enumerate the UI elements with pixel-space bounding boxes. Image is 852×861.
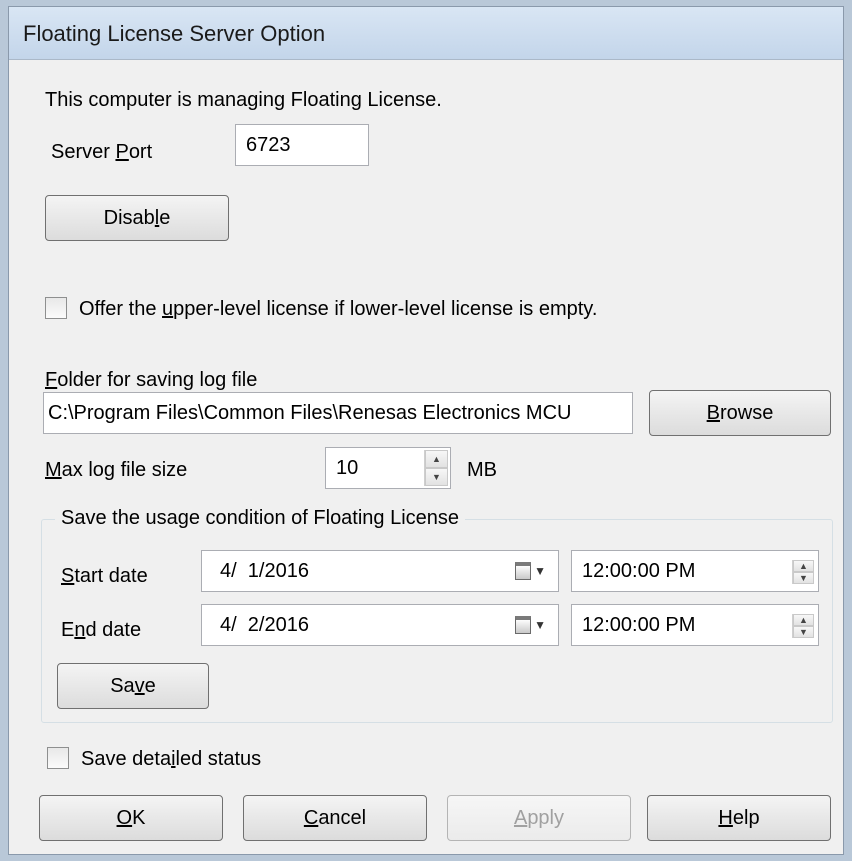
start-date-value: 4/ 1/2016 bbox=[220, 559, 309, 582]
end-time-value: 12:00:00 PM bbox=[582, 613, 696, 636]
log-folder-input[interactable]: C:\Program Files\Common Files\Renesas El… bbox=[43, 392, 633, 434]
spin-down-icon[interactable]: ▼ bbox=[793, 626, 814, 638]
end-date-picker[interactable]: 4/ 2/2016 ▼ bbox=[201, 604, 559, 646]
dialog-window: Floating License Server Option This comp… bbox=[8, 6, 844, 855]
end-date-value: 4/ 2/2016 bbox=[220, 613, 309, 636]
server-port-value: 6723 bbox=[246, 133, 291, 156]
cancel-button[interactable]: Cancel bbox=[243, 795, 427, 841]
offer-upper-license-label: Offer the upper-level license if lower-l… bbox=[79, 298, 598, 320]
spin-down-icon[interactable]: ▼ bbox=[425, 468, 448, 486]
save-detailed-status-checkbox[interactable] bbox=[47, 747, 69, 769]
start-date-label: Start date bbox=[61, 565, 148, 587]
spin-up-icon[interactable]: ▲ bbox=[793, 560, 814, 572]
end-time-stepper[interactable]: 12:00:00 PM ▲ ▼ bbox=[571, 604, 819, 646]
max-log-size-value: 10 bbox=[336, 456, 359, 479]
max-log-size-unit: MB bbox=[467, 459, 497, 481]
max-log-size-label: Max log file size bbox=[45, 459, 188, 481]
max-log-size-spinner[interactable]: ▲ ▼ bbox=[424, 450, 448, 486]
max-log-size-stepper[interactable]: 10 ▲ ▼ bbox=[325, 447, 451, 489]
log-folder-label: Folder for saving log file bbox=[45, 369, 258, 391]
window-title: Floating License Server Option bbox=[23, 21, 326, 46]
end-time-spinner[interactable]: ▲ ▼ bbox=[792, 614, 814, 638]
save-detailed-status-label: Save detailed status bbox=[81, 748, 262, 770]
disable-button[interactable]: Disab l e bbox=[45, 195, 229, 241]
start-time-value: 12:00:00 PM bbox=[582, 559, 696, 582]
spin-down-icon[interactable]: ▼ bbox=[793, 572, 814, 584]
apply-button[interactable]: Apply bbox=[447, 795, 631, 841]
usage-condition-group-title: Save the usage condition of Floating Lic… bbox=[55, 507, 466, 530]
spin-up-icon[interactable]: ▲ bbox=[793, 614, 814, 626]
save-usage-button[interactable]: Sa v e bbox=[57, 663, 209, 709]
offer-upper-license-checkbox[interactable] bbox=[45, 297, 67, 319]
start-date-picker[interactable]: 4/ 1/2016 ▼ bbox=[201, 550, 559, 592]
server-port-input[interactable]: 6723 bbox=[235, 124, 369, 166]
start-date-calendar-icon[interactable]: ▼ bbox=[515, 562, 546, 580]
end-date-label: End date bbox=[61, 619, 142, 641]
server-port-label: Server Port bbox=[51, 141, 153, 163]
spin-up-icon[interactable]: ▲ bbox=[425, 450, 448, 468]
help-button[interactable]: Help bbox=[647, 795, 831, 841]
start-time-spinner[interactable]: ▲ ▼ bbox=[792, 560, 814, 584]
browse-button[interactable]: Browse bbox=[649, 390, 831, 436]
ok-button[interactable]: OK bbox=[39, 795, 223, 841]
log-folder-path: C:\Program Files\Common Files\Renesas El… bbox=[48, 401, 572, 424]
status-text: This computer is managing Floating Licen… bbox=[45, 89, 442, 111]
end-date-calendar-icon[interactable]: ▼ bbox=[515, 616, 546, 634]
start-time-stepper[interactable]: 12:00:00 PM ▲ ▼ bbox=[571, 550, 819, 592]
title-bar[interactable]: Floating License Server Option bbox=[9, 7, 843, 60]
